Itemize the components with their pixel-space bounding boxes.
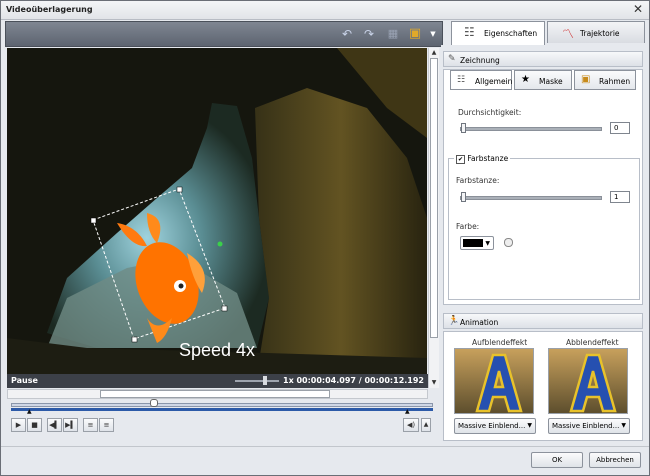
star-icon: ★ [521, 74, 530, 85]
fade-in-select[interactable]: Massive Einblend... ▼ [454, 418, 536, 434]
subtab-label: Rahmen [599, 77, 631, 86]
fade-in-value: Massive Einblend... [458, 422, 526, 430]
scroll-down-icon[interactable]: ▼ [430, 379, 438, 387]
tab-label: Trajektorie [580, 29, 620, 38]
timeline-range [11, 408, 433, 411]
stop-button[interactable]: ■ [27, 418, 42, 432]
opacity-input[interactable]: 0 [610, 122, 630, 134]
rotate-handle[interactable] [217, 241, 223, 247]
undo-icon[interactable]: ↶ [340, 27, 354, 41]
subtab-frame[interactable]: ▣ Rahmen [574, 70, 636, 90]
fade-in-preview[interactable] [454, 348, 534, 414]
subtab-label: Allgemein [475, 77, 513, 86]
fade-out-label: Abblendeffekt [566, 338, 619, 347]
brush-icon: ✎ [448, 54, 456, 64]
eyedropper-icon[interactable] [504, 238, 513, 247]
timeline-track[interactable] [11, 403, 433, 407]
resize-handle[interactable] [221, 305, 228, 312]
properties-panel: ✎ Zeichnung ☷ Allgemein ★ Maske ▣ Rahmen… [441, 45, 647, 445]
grid-icon[interactable]: ▦ [386, 27, 400, 41]
underwater-scene: Speed 4x [7, 48, 427, 374]
horizontal-scrollbar[interactable] [7, 389, 428, 399]
tab-trajectory[interactable]: 〽 Trajektorie [547, 21, 645, 43]
redo-icon[interactable]: ↷ [362, 27, 376, 41]
chevron-down-icon: ▼ [485, 240, 490, 247]
mark-in-button[interactable]: ≡ [83, 418, 98, 432]
colorkey-checkbox[interactable]: ✔ Farbstanze [454, 154, 511, 164]
resize-handle[interactable] [90, 217, 97, 224]
running-man-icon: 🏃 [448, 316, 460, 326]
volume-icon[interactable]: ◀) [403, 418, 419, 432]
display-icon[interactable]: ▣ [408, 27, 422, 41]
color-picker-button[interactable]: ▼ [460, 236, 494, 250]
fade-in-thumbnail [455, 349, 533, 413]
animation-section-header[interactable]: 🏃 Animation [443, 313, 643, 329]
speed-slider[interactable] [235, 376, 279, 385]
tab-properties[interactable]: ☷ Eigenschaften [451, 21, 545, 45]
vertical-scrollbar[interactable]: ▲ ▼ [428, 48, 439, 388]
window-title: Videoüberlagerung [6, 5, 93, 14]
color-label: Farbe: [456, 222, 480, 231]
playhead[interactable] [150, 399, 158, 407]
property-tabs: ☷ Eigenschaften 〽 Trajektorie [441, 21, 647, 45]
tab-label: Eigenschaften [484, 29, 538, 38]
fade-out-value: Massive Einblend... [552, 422, 620, 430]
scroll-up-icon[interactable]: ▲ [430, 49, 438, 57]
next-frame-button[interactable]: ▶▍ [63, 418, 78, 432]
properties-icon: ☷ [464, 25, 475, 39]
opacity-slider[interactable] [460, 123, 602, 133]
previous-frame-button[interactable]: ◀▍ [47, 418, 62, 432]
scroll-thumb[interactable] [430, 58, 438, 338]
drawing-section-body: ☷ Allgemein ★ Maske ▣ Rahmen Durchsichti… [443, 69, 643, 305]
subtab-mask[interactable]: ★ Maske [514, 70, 572, 90]
trajectory-icon: 〽 [562, 27, 575, 41]
animation-section-body: Aufblendeffekt Abblendeffekt Massive Ein… [443, 331, 643, 441]
frame-icon: ▣ [581, 74, 591, 85]
ok-button[interactable]: OK [531, 452, 583, 468]
mark-out-button[interactable]: ≡ [99, 418, 114, 432]
volume-menu-icon[interactable]: ▲ [421, 418, 431, 432]
footer-divider [1, 446, 649, 447]
playback-state: Pause [11, 376, 38, 385]
overlay-caption: Speed 4x [179, 340, 255, 360]
play-button[interactable]: ▶ [11, 418, 26, 432]
resize-handle[interactable] [176, 186, 183, 193]
close-icon[interactable]: ✕ [633, 2, 643, 16]
colorkey-input[interactable]: 1 [610, 191, 630, 203]
resize-handle[interactable] [131, 336, 138, 343]
playback-status-bar: Pause 1x 00:00:04.097 / 00:00:12.192 [7, 374, 428, 388]
fade-out-preview[interactable] [548, 348, 628, 414]
start-marker-icon[interactable]: ▲ [27, 408, 32, 415]
chevron-down-icon: ▼ [527, 422, 532, 429]
checkbox-check-icon[interactable]: ✔ [456, 155, 465, 164]
timeline[interactable]: ▲ ▲ [11, 399, 433, 415]
sliders-icon: ☷ [457, 75, 466, 85]
drawing-section-header[interactable]: ✎ Zeichnung [443, 51, 643, 67]
chevron-down-icon[interactable]: ▼ [426, 27, 440, 41]
end-marker-icon[interactable]: ▲ [405, 408, 410, 415]
color-swatch [463, 239, 483, 247]
opacity-label: Durchsichtigkeit: [458, 108, 522, 117]
video-preview[interactable]: Speed 4x [7, 48, 427, 374]
speed-value: 1x [283, 376, 294, 385]
cancel-button[interactable]: Abbrechen [589, 452, 641, 468]
fade-out-thumbnail [549, 349, 627, 413]
fade-out-select[interactable]: Massive Einblend... ▼ [548, 418, 630, 434]
time-readout: 00:00:04.097 / 00:00:12.192 [296, 376, 424, 385]
fade-in-label: Aufblendeffekt [472, 338, 528, 347]
section-title: Animation [460, 318, 499, 327]
title-bar: Videoüberlagerung ✕ [1, 1, 649, 20]
chevron-down-icon: ▼ [621, 422, 626, 429]
subtab-label: Maske [539, 77, 563, 86]
section-title: Zeichnung [460, 56, 500, 65]
video-overlay-window: Videoüberlagerung ✕ ↶ ↷ ▦ ▣ ▼ Speed 4x ▲… [0, 0, 650, 476]
subtab-general[interactable]: ☷ Allgemein [450, 70, 512, 90]
preview-toolbar: ↶ ↷ ▦ ▣ ▼ [5, 21, 443, 47]
colorkey-checkbox-label: Farbstanze [467, 154, 509, 163]
scroll-thumb[interactable] [100, 390, 330, 398]
colorkey-slider[interactable] [460, 192, 602, 202]
colorkey-label: Farbstanze: [456, 176, 500, 185]
